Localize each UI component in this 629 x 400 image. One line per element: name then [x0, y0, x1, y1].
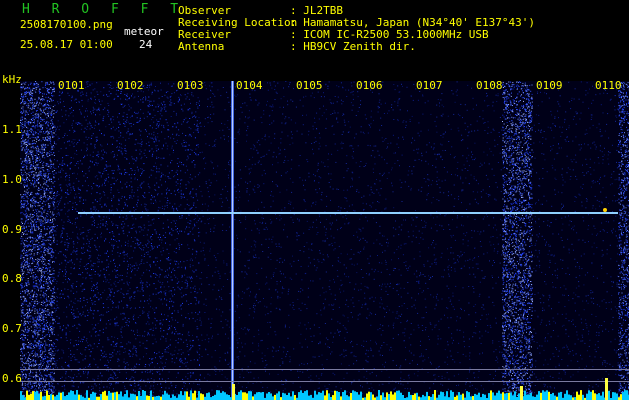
time-tick: 0105	[296, 79, 323, 92]
frequency-tick: 1.0	[2, 173, 22, 186]
reference-line	[20, 381, 629, 382]
carrier-line	[78, 212, 618, 214]
echo-marker	[603, 208, 607, 212]
vertical-burst-core	[232, 81, 233, 400]
time-tick: 0101	[58, 79, 85, 92]
frequency-unit-label: kHz	[2, 73, 22, 86]
image-filename: 2508170100.png	[20, 18, 113, 31]
time-tick: 0107	[416, 79, 443, 92]
time-tick: 0102	[117, 79, 144, 92]
observation-datetime: 25.08.17 01:00	[20, 38, 113, 51]
time-tick: 0106	[356, 79, 383, 92]
antenna-label: Antenna	[178, 40, 225, 53]
antenna-value: : HB9CV Zenith dir.	[290, 40, 416, 53]
header-panel: H R O F F T 2508170100.png 25.08.17 01:0…	[0, 0, 629, 74]
frequency-tick: 0.6	[2, 372, 22, 385]
time-tick: 0109	[536, 79, 563, 92]
frequency-tick: 1.1	[2, 123, 22, 136]
meteor-count: 24	[139, 38, 153, 51]
time-tick: 0103	[177, 79, 204, 92]
time-tick: 0104	[236, 79, 263, 92]
reference-line	[20, 369, 629, 370]
spectrogram-canvas	[20, 81, 629, 400]
app-title: H R O F F T	[22, 2, 186, 17]
spectrogram	[20, 81, 629, 400]
time-tick: 0108	[476, 79, 503, 92]
meteor-label: meteor	[124, 25, 164, 38]
time-tick: 0110	[595, 79, 622, 92]
frequency-tick: 0.9	[2, 223, 22, 236]
frequency-tick: 0.7	[2, 322, 22, 335]
frequency-tick: 0.8	[2, 272, 22, 285]
